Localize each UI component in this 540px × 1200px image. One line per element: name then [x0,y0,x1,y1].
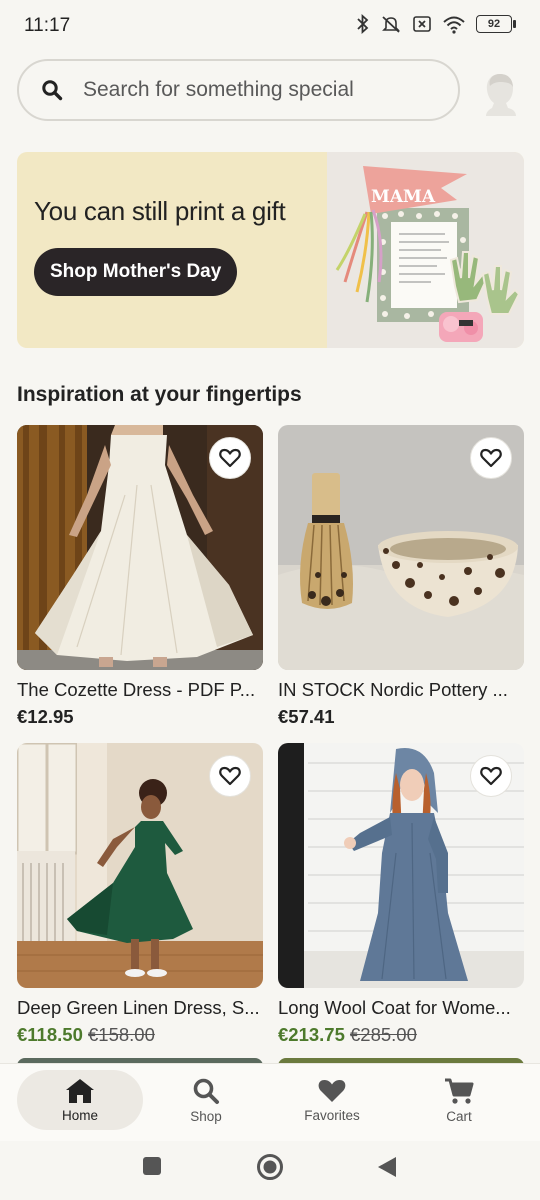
section-title: Inspiration at your fingertips [17,383,302,406]
sale-price: €118.50 [17,1024,83,1045]
heart-outline-icon [219,448,241,468]
nav-shop[interactable]: Shop [143,1070,269,1130]
shop-mothers-day-button[interactable]: Shop Mother's Day [34,248,238,296]
nav-label: Home [61,1107,98,1123]
product-image[interactable] [278,743,524,988]
search-icon [193,1078,219,1104]
sim-off-icon [413,16,431,32]
back-button[interactable] [376,1155,398,1179]
banner-image: MAMA [327,152,524,348]
nav-label: Cart [446,1108,472,1124]
product-image[interactable] [278,425,524,670]
search-icon [42,80,63,101]
favorite-button[interactable] [209,437,251,479]
cart-icon [445,1078,474,1104]
heart-outline-icon [480,766,502,786]
product-card[interactable]: Long Wool Coat for Wome... €213.75 €285.… [278,743,524,1046]
banner-title: You can still print a gift [34,196,286,226]
bluetooth-icon [357,14,369,34]
product-price: €57.41 [278,706,335,727]
search-bar[interactable] [17,59,460,121]
product-title[interactable]: The Cozette Dress - PDF P... [17,679,263,703]
product-card[interactable]: Deep Green Linen Dress, S... €118.50 €15… [17,743,263,1046]
home-button[interactable] [256,1153,284,1181]
favorite-button[interactable] [209,755,251,797]
battery-indicator: 92 [476,15,516,33]
wifi-icon [443,16,465,34]
status-icons: 92 [356,14,516,34]
heart-outline-icon [219,766,241,786]
system-nav-bar [0,1141,540,1200]
nav-label: Shop [190,1108,222,1124]
product-price: €213.75 €285.00 [278,1024,524,1046]
heart-outline-icon [480,448,502,468]
promo-banner[interactable]: You can still print a gift Shop Mother's… [17,152,524,348]
product-title[interactable]: Deep Green Linen Dress, S... [17,997,263,1021]
bottom-nav: Home Shop Favorites Cart [0,1063,540,1142]
original-price: €158.00 [88,1024,155,1045]
product-title[interactable]: IN STOCK Nordic Pottery ... [278,679,524,703]
product-card[interactable]: The Cozette Dress - PDF P... €12.95 [17,425,263,728]
heart-icon [318,1079,346,1102]
favorite-button[interactable] [470,755,512,797]
nav-favorites[interactable]: Favorites [269,1070,395,1130]
product-image[interactable] [17,743,263,988]
product-title[interactable]: Long Wool Coat for Wome... [278,997,524,1021]
banner-pennant-text: MAMA [371,187,436,207]
sale-price: €213.75 [278,1024,345,1045]
product-price: €118.50 €158.00 [17,1024,263,1046]
product-price: €12.95 [17,706,74,727]
avatar[interactable] [478,70,522,116]
search-input[interactable] [81,77,425,103]
product-card[interactable]: IN STOCK Nordic Pottery ... €57.41 [278,425,524,728]
home-icon [66,1078,94,1103]
mute-icon [382,16,400,33]
nav-cart[interactable]: Cart [396,1070,522,1130]
status-bar: 11:17 92 [0,0,540,52]
status-time: 11:17 [24,15,71,36]
original-price: €285.00 [350,1024,417,1045]
nav-home[interactable]: Home [17,1070,143,1130]
nav-label: Favorites [304,1107,360,1123]
recents-button[interactable] [141,1155,163,1177]
product-image[interactable] [17,425,263,670]
favorite-button[interactable] [470,437,512,479]
